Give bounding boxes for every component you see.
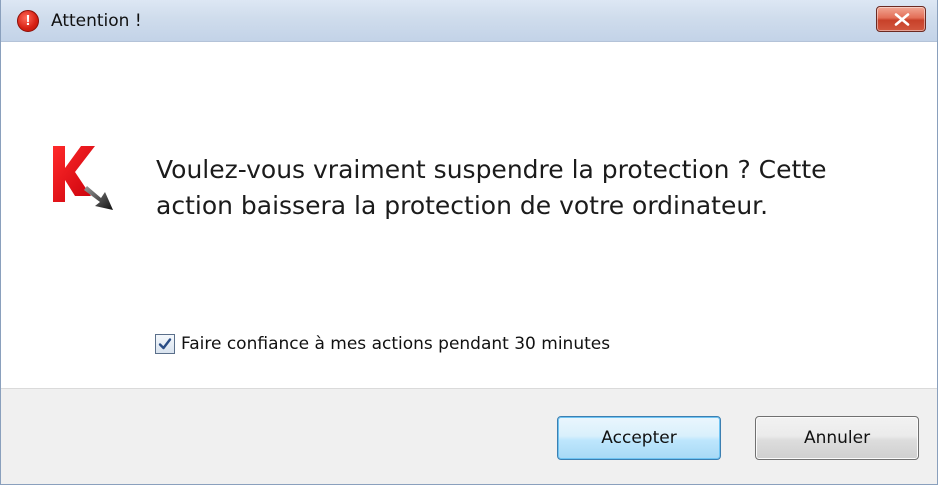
dialog-content: Voulez-vous vraiment suspendre la protec…: [1, 42, 937, 388]
close-button[interactable]: [876, 6, 926, 32]
close-icon: [894, 13, 910, 26]
cancel-button[interactable]: Annuler: [755, 416, 919, 460]
title-bar[interactable]: ! Attention !: [1, 0, 937, 42]
confirmation-message: Voulez-vous vraiment suspendre la protec…: [156, 155, 827, 220]
button-bar: Accepter Annuler: [1, 388, 937, 484]
trust-checkbox-label[interactable]: Faire confiance à mes actions pendant 30…: [181, 334, 610, 354]
trust-checkbox[interactable]: [155, 334, 175, 354]
accept-button[interactable]: Accepter: [557, 416, 721, 460]
dialog-window: ! Attention ! Voulez-vous vraiment suspe…: [0, 0, 938, 485]
trust-option[interactable]: Faire confiance à mes actions pendant 30…: [155, 332, 610, 356]
kaspersky-logo: [53, 146, 113, 210]
window-title: Attention !: [51, 11, 142, 31]
exclamation-icon: !: [17, 10, 39, 32]
checkmark-icon: [158, 338, 172, 350]
